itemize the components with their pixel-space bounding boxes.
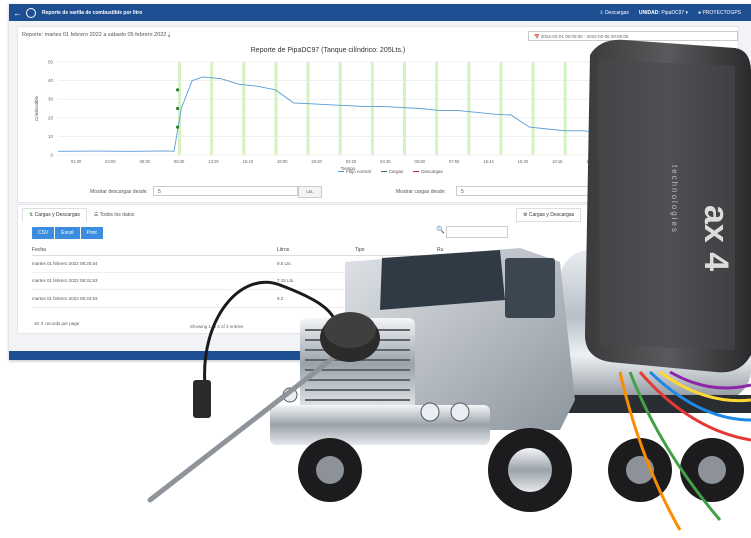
truck-cab xyxy=(270,248,575,512)
product-illustration: ax 4 technologies xyxy=(147,39,751,531)
device-subtext: technologies xyxy=(670,165,679,234)
device-brand: ax 4 xyxy=(697,205,735,271)
